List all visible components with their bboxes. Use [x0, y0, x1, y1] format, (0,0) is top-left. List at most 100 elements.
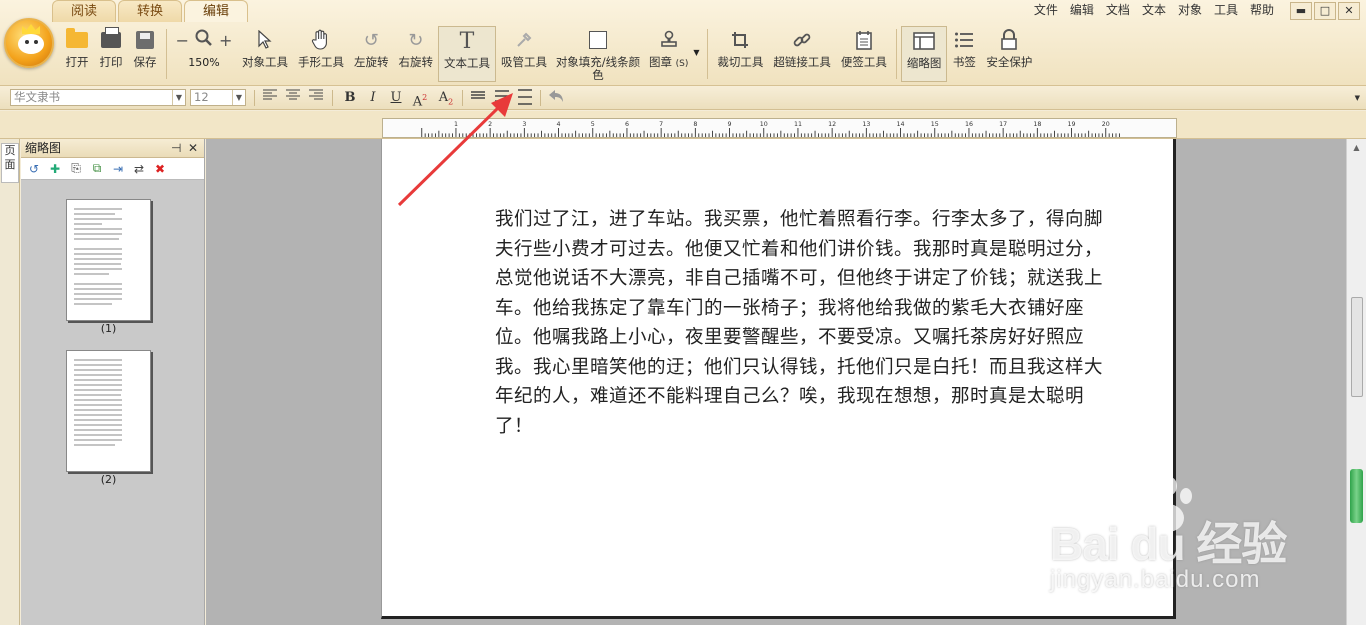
tab-convert[interactable]: 转换 — [118, 0, 183, 22]
main-toolbar: 打开 打印 保存 − + 150% 对象工具 手形工具 ↺ 左旋转 ↻ 右旋转 … — [60, 26, 1037, 82]
thumbnail-panel: 缩略图 ⊣ ✕ ↺ ✚ ⎘ ⧉ ⇥ ⇄ ✖ (1) (2) — [21, 139, 205, 625]
menu-file[interactable]: 文件 — [1028, 2, 1064, 18]
stamp-label: 图章 — [649, 55, 672, 69]
open-button[interactable]: 打开 — [60, 26, 94, 82]
zoom-level[interactable]: 150% — [188, 56, 219, 69]
ruler-label: 7 — [659, 121, 663, 128]
security-button[interactable]: 安全保护 — [981, 26, 1037, 82]
stamp-dropdown-icon[interactable]: ▼ — [693, 26, 703, 82]
text-t-icon: T — [459, 28, 475, 54]
ruler-label: 5 — [591, 121, 595, 128]
line-spacing-3-button[interactable] — [515, 89, 535, 107]
note-tool-button[interactable]: 便签工具 — [836, 26, 892, 82]
document-text[interactable]: 我们过了江，进了车站。我买票，他忙着照看行李。行李太多了，得向脚夫行些小费才可过… — [495, 205, 1120, 441]
menu-text[interactable]: 文本 — [1136, 2, 1172, 18]
toolbar-overflow-icon[interactable]: ▼ — [1355, 94, 1360, 102]
maximize-button[interactable]: □ — [1314, 2, 1336, 20]
delete-page-icon[interactable]: ✖ — [153, 162, 167, 176]
object-tool-label: 对象工具 — [242, 55, 288, 69]
thumbnail-text-line — [74, 223, 102, 225]
pin-icon[interactable]: ⊣ — [171, 139, 181, 158]
magnifier-icon[interactable] — [195, 29, 213, 51]
underline-button[interactable]: U — [386, 89, 406, 107]
bold-button[interactable]: B — [340, 89, 360, 107]
page-thumbnail[interactable] — [66, 350, 151, 472]
menu-help[interactable]: 帮助 — [1244, 2, 1280, 18]
zoom-in-button[interactable]: + — [219, 31, 232, 50]
thumbnail-text-line — [74, 293, 123, 295]
scroll-up-arrow-icon[interactable]: ▲ — [1347, 143, 1366, 155]
extract-page-icon[interactable]: ⇥ — [111, 162, 125, 176]
toolbar-separator — [166, 29, 167, 79]
eyedropper-button[interactable]: 吸管工具 — [496, 26, 552, 82]
thumbnail-toggle[interactable]: 缩略图 — [900, 26, 948, 82]
align-left-button[interactable] — [260, 89, 280, 107]
tab-read[interactable]: 阅读 — [52, 0, 117, 22]
scrollbar-thumb[interactable] — [1351, 297, 1363, 397]
zoom-out-button[interactable]: − — [176, 31, 189, 50]
thumbnail-text-line — [74, 208, 123, 210]
rotate-right-button[interactable]: ↻ 右旋转 — [394, 26, 439, 82]
duplicate-page-icon[interactable]: ⧉ — [90, 161, 104, 176]
list-icon — [952, 28, 976, 52]
rotate-left-icon: ↺ — [363, 29, 379, 51]
font-size-select[interactable]: 12 ▼ — [190, 89, 246, 106]
vertical-scrollbar[interactable]: ▲ — [1346, 139, 1366, 625]
thumbnail-text-line — [74, 404, 123, 406]
save-button[interactable]: 保存 — [128, 26, 162, 82]
print-button[interactable]: 打印 — [94, 26, 128, 82]
menu-object[interactable]: 对象 — [1172, 2, 1208, 18]
menubar: 文件 编辑 文档 文本 对象 工具 帮助 — [1028, 2, 1280, 18]
superscript-button[interactable]: A2 — [410, 89, 430, 109]
align-left-icon — [263, 89, 277, 100]
thumbnail-text-line — [74, 399, 123, 401]
fill-color-button[interactable]: 对象填充/线条颜色 — [552, 26, 644, 82]
line-spacing-1-button[interactable] — [468, 89, 488, 107]
align-right-button[interactable] — [306, 89, 326, 107]
ribbon-tabs: 阅读 转换 编辑 — [52, 0, 250, 22]
cursor-arrow-icon — [253, 28, 277, 52]
app-logo[interactable] — [4, 18, 54, 68]
rotate-page-icon[interactable]: ↺ — [27, 162, 41, 176]
minimize-button[interactable]: ▬ — [1290, 2, 1312, 20]
close-panel-icon[interactable]: ✕ — [188, 139, 198, 158]
line-spacing-2-button[interactable] — [492, 89, 512, 107]
page-panel-tab[interactable]: 页面 — [1, 143, 19, 183]
crop-tool-button[interactable]: 裁切工具 — [712, 26, 768, 82]
lock-icon — [997, 28, 1021, 52]
subscript-button[interactable]: A2 — [436, 89, 456, 107]
stamp-button[interactable]: 图章 (S) — [644, 26, 693, 82]
text-tool-button[interactable]: T 文本工具 — [438, 26, 496, 82]
italic-button[interactable]: I — [363, 89, 383, 107]
thumbnail-panel-title: 缩略图 — [25, 141, 62, 155]
ruler-label: 20 — [1102, 121, 1110, 128]
replace-page-icon[interactable]: ⇄ — [132, 162, 146, 176]
undo-button[interactable] — [546, 89, 566, 107]
thumbnail-text-line — [74, 253, 123, 255]
bookmark-toggle[interactable]: 书签 — [947, 26, 981, 82]
rotate-left-label: 左旋转 — [354, 55, 389, 69]
menu-edit[interactable]: 编辑 — [1064, 2, 1100, 18]
page-thumbnail[interactable] — [66, 199, 151, 321]
tab-edit[interactable]: 编辑 — [184, 0, 249, 22]
hyperlink-tool-button[interactable]: 超链接工具 — [768, 26, 836, 82]
ruler-label: 6 — [625, 121, 629, 128]
hand-icon — [309, 28, 333, 52]
hand-tool-button[interactable]: 手形工具 — [293, 26, 349, 82]
rotate-left-button[interactable]: ↺ 左旋转 — [349, 26, 394, 82]
close-button[interactable]: ✕ — [1338, 2, 1360, 20]
font-name-select[interactable]: 华文隶书 ▼ — [10, 89, 186, 106]
chevron-down-icon[interactable]: ▼ — [232, 90, 245, 105]
format-separator — [462, 90, 463, 106]
left-panel-strip: 页面 — [0, 139, 20, 625]
menu-document[interactable]: 文档 — [1100, 2, 1136, 18]
add-page-icon[interactable]: ✚ — [48, 162, 62, 176]
chevron-down-icon[interactable]: ▼ — [172, 90, 185, 105]
scroll-grip-handle[interactable] — [1350, 469, 1363, 523]
insert-page-icon[interactable]: ⎘ — [69, 161, 83, 176]
watermark-logo-text: Bai du 经验 — [1050, 518, 1287, 570]
ruler-label: 10 — [760, 121, 768, 128]
object-tool-button[interactable]: 对象工具 — [237, 26, 293, 82]
menu-tools[interactable]: 工具 — [1208, 2, 1244, 18]
align-center-button[interactable] — [283, 89, 303, 107]
